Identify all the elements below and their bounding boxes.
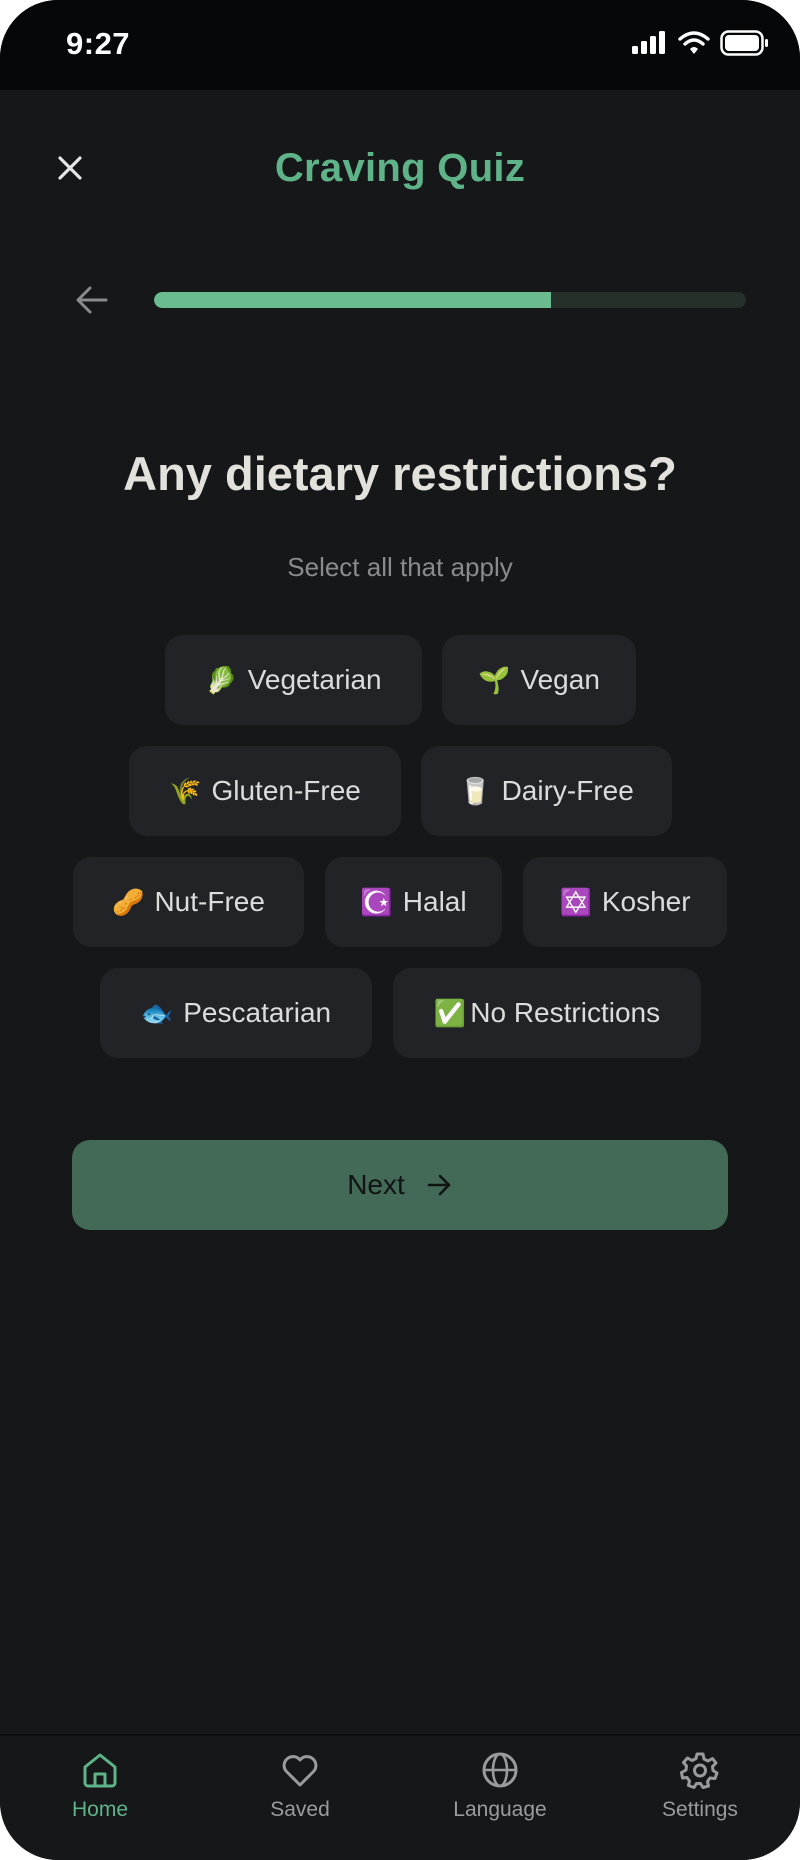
quiz-screen: Craving Quiz Any dietary restrictions? S… bbox=[0, 90, 800, 1734]
heart-icon bbox=[282, 1755, 318, 1787]
option-nut-free[interactable]: 🥜 Nut-Free bbox=[73, 857, 304, 947]
star-of-david-icon: ✡️ bbox=[559, 887, 592, 917]
battery-icon bbox=[720, 30, 768, 56]
cellular-signal-icon bbox=[632, 31, 665, 54]
status-bar: 9:27 bbox=[0, 0, 800, 90]
option-vegan[interactable]: 🌱 Vegan bbox=[442, 635, 636, 725]
tab-label: Home bbox=[71, 1798, 129, 1821]
globe-icon bbox=[482, 1752, 518, 1788]
option-label: Nut-Free bbox=[154, 886, 265, 917]
question-subtitle: Select all that apply bbox=[287, 552, 513, 582]
back-button[interactable] bbox=[72, 280, 112, 320]
option-vegetarian[interactable]: 🥬 Vegetarian bbox=[165, 635, 422, 725]
option-pescatarian[interactable]: 🐟 Pescatarian bbox=[100, 968, 372, 1058]
tab-label: Settings bbox=[662, 1798, 738, 1821]
wifi-icon bbox=[678, 31, 710, 54]
progress-fill bbox=[154, 292, 551, 308]
next-button-label: Next bbox=[347, 1169, 405, 1200]
option-label: No Restrictions bbox=[470, 997, 661, 1028]
option-label: Halal bbox=[402, 886, 467, 917]
question-title: Any dietary restrictions? bbox=[123, 447, 677, 500]
option-label: Kosher bbox=[601, 886, 691, 917]
arrow-right-icon bbox=[427, 1174, 451, 1196]
tab-settings[interactable]: Settings bbox=[600, 1750, 800, 1840]
seedling-icon: 🌱 bbox=[478, 665, 511, 695]
status-icons bbox=[632, 30, 770, 56]
tab-label: Language bbox=[453, 1798, 547, 1821]
next-button[interactable]: Next bbox=[72, 1140, 728, 1230]
option-gluten-free[interactable]: 🌾 Gluten-Free bbox=[129, 746, 401, 836]
option-kosher[interactable]: ✡️ Kosher bbox=[523, 857, 727, 947]
peanut-icon: 🥜 bbox=[112, 887, 145, 917]
fish-icon: 🐟 bbox=[140, 998, 174, 1028]
page-title: Craving Quiz bbox=[274, 146, 526, 190]
status-time: 9:27 bbox=[66, 26, 131, 61]
star-and-crescent-icon: ☪️ bbox=[360, 887, 393, 917]
tab-home[interactable]: Home bbox=[0, 1750, 200, 1840]
option-label: Vegetarian bbox=[247, 664, 382, 695]
wheat-icon: 🌾 bbox=[169, 776, 202, 806]
tab-saved[interactable]: Saved bbox=[200, 1750, 400, 1840]
arrow-left-icon bbox=[76, 286, 108, 314]
option-halal[interactable]: ☪️ Halal bbox=[325, 857, 502, 947]
bottom-tab-bar: Home Saved Language Settings bbox=[0, 1734, 800, 1860]
option-label: Gluten-Free bbox=[211, 775, 361, 806]
tab-language[interactable]: Language bbox=[400, 1750, 600, 1840]
option-label: Pescatarian bbox=[183, 997, 332, 1028]
option-no-restrictions[interactable]: ✅ No Restrictions bbox=[393, 968, 701, 1058]
option-dairy-free[interactable]: 🥛 Dairy-Free bbox=[421, 746, 672, 836]
leafy-greens-icon: 🥬 bbox=[205, 665, 238, 695]
check-mark-icon: ✅ bbox=[433, 998, 467, 1028]
phone-screen: 9:27 Craving Quiz Any dietary restrictio… bbox=[0, 0, 800, 1860]
option-label: Vegan bbox=[520, 664, 600, 695]
option-label: Dairy-Free bbox=[501, 775, 634, 806]
milk-glass-icon: 🥛 bbox=[459, 776, 492, 806]
tab-label: Saved bbox=[270, 1798, 330, 1821]
gear-icon bbox=[680, 1752, 719, 1789]
home-icon bbox=[83, 1753, 117, 1788]
progress-bar bbox=[154, 292, 746, 308]
